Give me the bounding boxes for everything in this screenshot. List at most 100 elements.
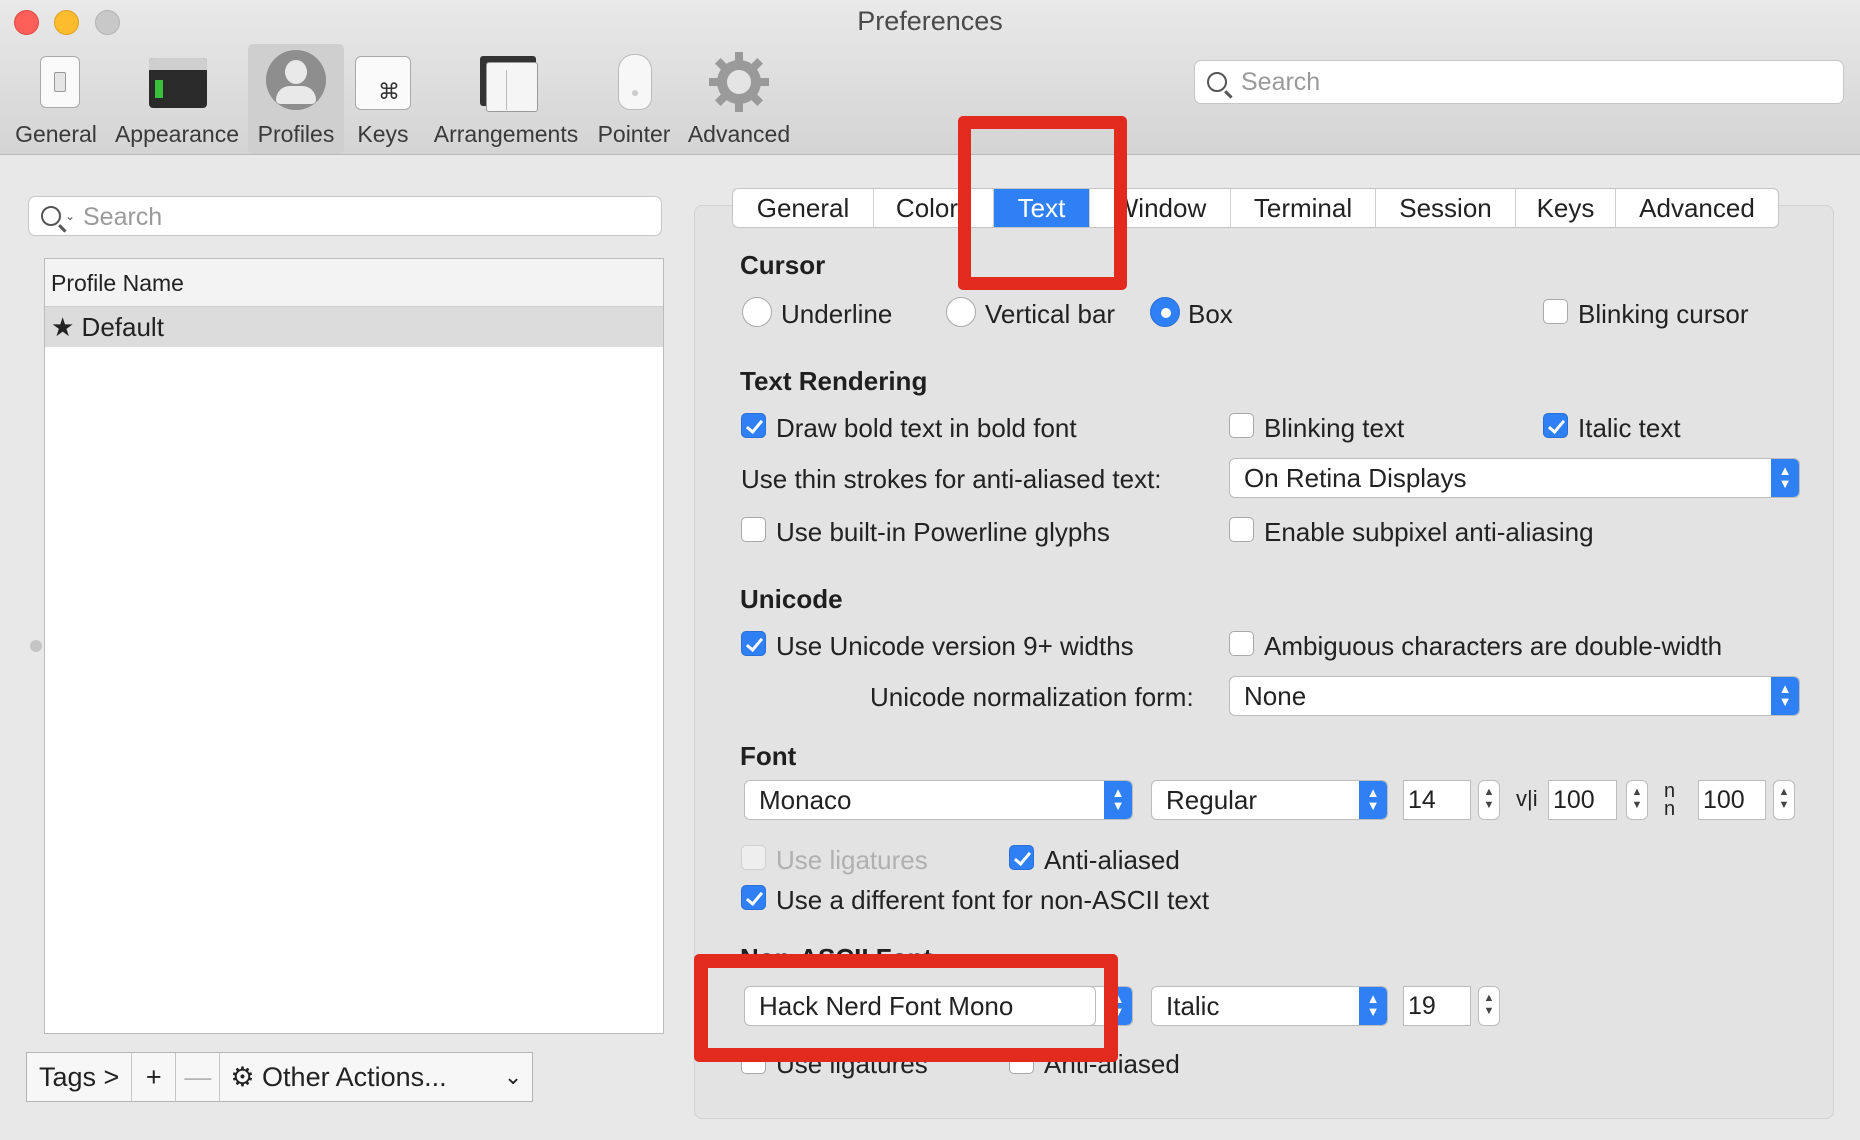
other-actions-menu[interactable]: ⚙ Other Actions... ⌄ bbox=[220, 1053, 532, 1101]
font-style-select[interactable]: Regular ▲ ▼ bbox=[1151, 780, 1388, 820]
tab-advanced[interactable]: Advanced bbox=[1616, 189, 1778, 227]
normalization-value: None bbox=[1244, 681, 1307, 711]
font-antialiased-label: Anti-aliased bbox=[1044, 845, 1180, 875]
horizontal-spacing-icon: nn bbox=[1664, 780, 1676, 820]
star-icon: ★ bbox=[51, 312, 75, 342]
search-icon bbox=[41, 206, 61, 226]
font-size-stepper[interactable]: ▲ ▼ bbox=[1478, 780, 1500, 820]
chevron-up-down-icon: ▲ ▼ bbox=[1771, 677, 1799, 715]
tags-button[interactable]: Tags > bbox=[27, 1053, 133, 1101]
powerline-checkbox[interactable] bbox=[741, 517, 766, 542]
tab-session[interactable]: Session bbox=[1376, 189, 1516, 227]
toolbar-advanced-label: Advanced bbox=[687, 121, 791, 147]
blinking-text-checkbox[interactable] bbox=[1229, 413, 1254, 438]
toolbar-appearance[interactable]: Appearance bbox=[110, 44, 244, 154]
thin-strokes-value: On Retina Displays bbox=[1244, 463, 1467, 493]
font-ligatures-label: Use ligatures bbox=[776, 845, 928, 875]
vertical-spacing-stepper[interactable]: ▲ ▼ bbox=[1626, 780, 1648, 820]
profile-tabs: General Colors Text Window Terminal Sess… bbox=[732, 188, 1779, 228]
underline-label: Underline bbox=[781, 299, 893, 329]
list-item[interactable]: ★ Default bbox=[45, 307, 663, 347]
vertical-bar-label: Vertical bar bbox=[985, 299, 1116, 329]
blinking-cursor-checkbox[interactable] bbox=[1543, 299, 1568, 324]
vertical-bar-radio[interactable] bbox=[946, 297, 976, 327]
toolbar-arrangements[interactable]: Arrangements bbox=[430, 44, 582, 154]
toolbar-pointer[interactable]: Pointer bbox=[590, 44, 678, 154]
profile-search-placeholder: Search bbox=[83, 203, 163, 231]
underline-radio[interactable] bbox=[742, 297, 772, 327]
split-handle[interactable] bbox=[30, 640, 42, 652]
user-icon bbox=[266, 50, 326, 118]
toolbar-keys[interactable]: ⌘ Keys bbox=[350, 44, 416, 154]
remove-profile-button[interactable]: — bbox=[176, 1053, 221, 1101]
toolbar-advanced[interactable]: Advanced bbox=[682, 44, 796, 154]
search-icon bbox=[1207, 72, 1227, 92]
blinking-cursor-label: Blinking cursor bbox=[1578, 299, 1749, 329]
font-antialiased-checkbox[interactable] bbox=[1009, 845, 1034, 870]
bold-font-checkbox[interactable] bbox=[741, 413, 766, 438]
window-stack-icon bbox=[476, 50, 538, 118]
vertical-spacing-field[interactable]: 100 bbox=[1548, 780, 1617, 820]
unicode-widths-label: Use Unicode version 9+ widths bbox=[776, 631, 1134, 661]
font-size-field[interactable]: 14 bbox=[1403, 780, 1471, 820]
font-ligatures-checkbox[interactable] bbox=[741, 845, 766, 870]
font-family-select[interactable]: Monaco ▲ ▼ bbox=[744, 780, 1133, 820]
gear-icon: ⚙ bbox=[230, 1062, 255, 1092]
ambiguous-width-label: Ambiguous characters are double-width bbox=[1264, 631, 1723, 661]
vertical-spacing-icon: v|i bbox=[1516, 786, 1538, 811]
tab-terminal[interactable]: Terminal bbox=[1231, 189, 1376, 227]
toolbar-general[interactable]: General bbox=[4, 44, 108, 154]
normalization-label: Unicode normalization form: bbox=[870, 682, 1194, 712]
ambiguous-width-checkbox[interactable] bbox=[1229, 631, 1254, 656]
normalization-select[interactable]: None ▲ ▼ bbox=[1229, 676, 1800, 716]
preferences-window: Preferences General Appearance Profiles bbox=[0, 0, 1860, 1140]
horizontal-spacing-field[interactable]: 100 bbox=[1698, 780, 1766, 820]
non-ascii-font-size-stepper[interactable]: ▲ ▼ bbox=[1478, 986, 1500, 1026]
toolbar-general-label: General bbox=[15, 121, 97, 147]
toolbar-appearance-label: Appearance bbox=[114, 121, 240, 147]
cursor-heading: Cursor bbox=[740, 250, 826, 280]
thin-strokes-label: Use thin strokes for anti-aliased text: bbox=[741, 464, 1162, 494]
chevron-down-icon: ⌄ bbox=[65, 209, 76, 223]
non-ascii-font-style-value: Italic bbox=[1166, 991, 1220, 1021]
command-key-icon: ⌘ bbox=[355, 50, 411, 118]
switch-icon bbox=[26, 50, 86, 118]
powerline-label: Use built-in Powerline glyphs bbox=[776, 517, 1110, 547]
font-heading: Font bbox=[740, 741, 797, 771]
toolbar: Preferences General Appearance Profiles bbox=[0, 0, 1860, 155]
toolbar-pointer-label: Pointer bbox=[597, 121, 671, 147]
non-ascii-font-family-overlay-value: Hack Nerd Font Mono bbox=[759, 991, 1014, 1021]
subpixel-checkbox[interactable] bbox=[1229, 517, 1254, 542]
column-header-profile-name[interactable]: Profile Name bbox=[45, 259, 663, 307]
box-radio[interactable] bbox=[1150, 297, 1180, 327]
profile-search-input[interactable]: ⌄ Search bbox=[28, 196, 662, 236]
terminal-window-icon bbox=[147, 50, 207, 118]
toolbar-profiles-label: Profiles bbox=[257, 121, 335, 147]
tab-general[interactable]: General bbox=[733, 189, 874, 227]
font-style-value: Regular bbox=[1166, 785, 1258, 815]
horizontal-spacing-stepper[interactable]: ▲ ▼ bbox=[1773, 780, 1795, 820]
subpixel-label: Enable subpixel anti-aliasing bbox=[1264, 517, 1594, 547]
non-ascii-font-label: Use a different font for non-ASCII text bbox=[776, 885, 1210, 915]
non-ascii-font-checkbox[interactable] bbox=[741, 885, 766, 910]
toolbar-profiles[interactable]: Profiles bbox=[248, 44, 344, 154]
non-ascii-font-size-field[interactable]: 19 bbox=[1403, 986, 1471, 1026]
chevron-up-down-icon: ▲ ▼ bbox=[1771, 459, 1799, 497]
font-family-value: Monaco bbox=[759, 785, 852, 815]
bold-font-label: Draw bold text in bold font bbox=[776, 413, 1077, 443]
non-ascii-font-family-overlay: Hack Nerd Font Mono bbox=[744, 986, 1096, 1026]
add-profile-button[interactable]: + bbox=[132, 1053, 177, 1101]
tab-keys[interactable]: Keys bbox=[1516, 189, 1616, 227]
profile-actions-bar: Tags > + — ⚙ Other Actions... ⌄ bbox=[26, 1052, 534, 1102]
text-rendering-heading: Text Rendering bbox=[740, 366, 928, 396]
chevron-up-down-icon: ▲ ▼ bbox=[1359, 781, 1387, 819]
toolbar-search-input[interactable]: Search bbox=[1194, 60, 1844, 104]
chevron-up-down-icon: ▲ ▼ bbox=[1104, 781, 1132, 819]
mouse-icon bbox=[604, 50, 664, 118]
unicode-widths-checkbox[interactable] bbox=[741, 631, 766, 656]
highlight-box-text-tab bbox=[958, 116, 1127, 290]
italic-text-checkbox[interactable] bbox=[1543, 413, 1568, 438]
toolbar-arrangements-label: Arrangements bbox=[433, 121, 579, 147]
thin-strokes-select[interactable]: On Retina Displays ▲ ▼ bbox=[1229, 458, 1800, 498]
non-ascii-font-style-select[interactable]: Italic ▲ ▼ bbox=[1151, 986, 1388, 1026]
